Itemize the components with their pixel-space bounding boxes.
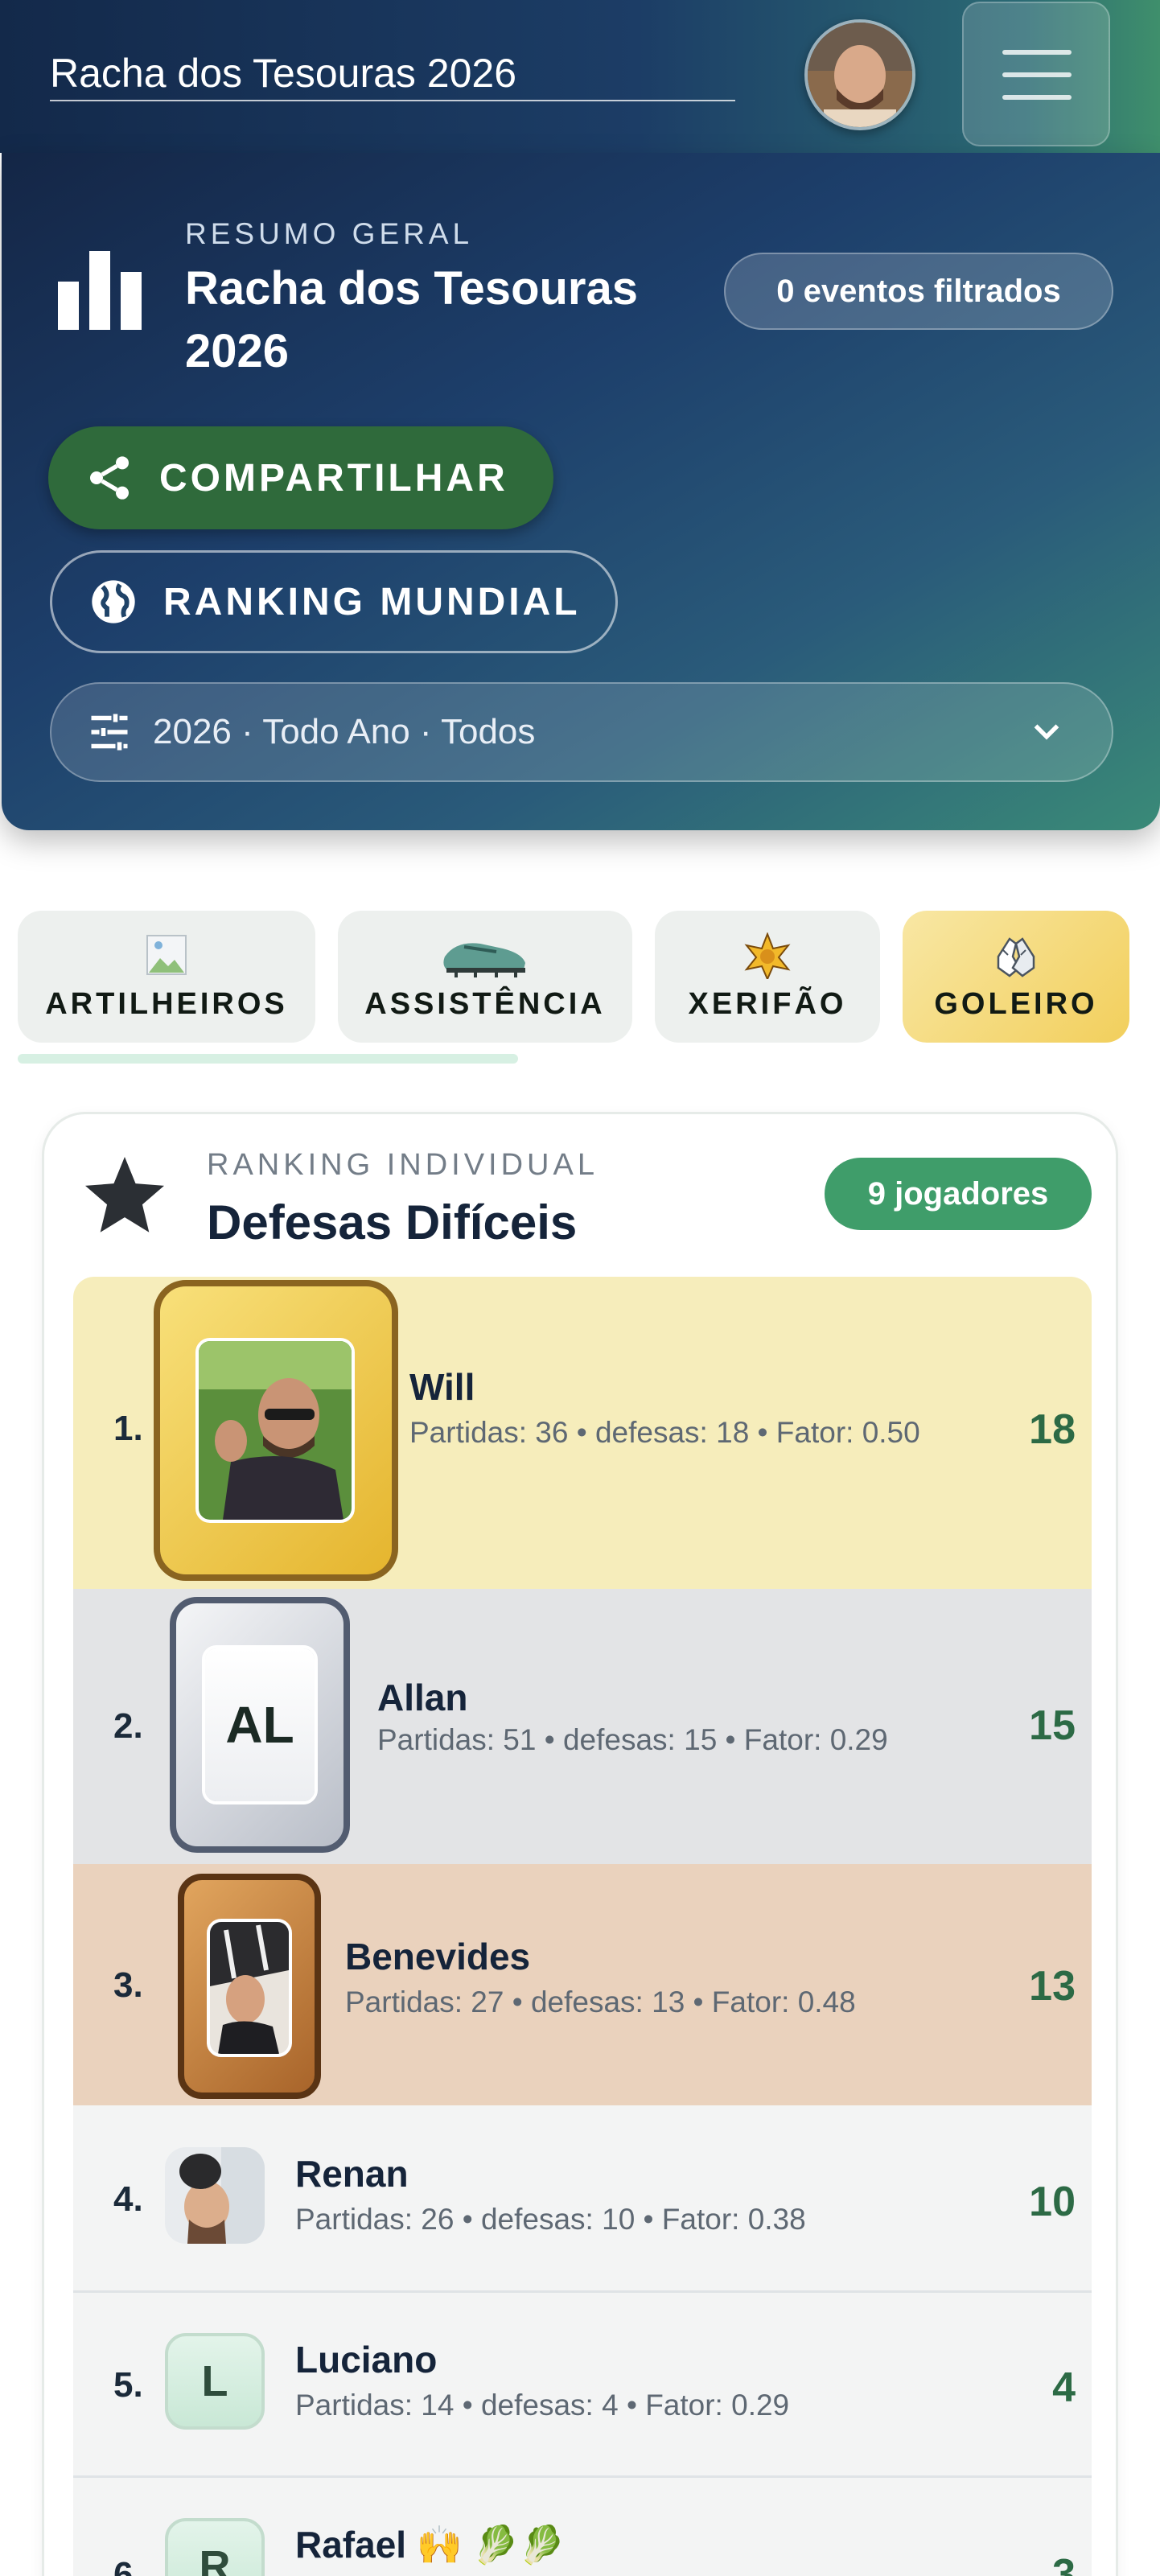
player-photo [207, 1919, 292, 2057]
share-button-label: COMPARTILHAR [159, 456, 508, 500]
filter-value: 2026 · Todo Ano · Todos [153, 712, 536, 751]
ranking-row[interactable]: 2. AL Allan Partidas: 51 • defesas: 15 •… [73, 1589, 1092, 1864]
filter-select[interactable]: 2026 · Todo Ano · Todos [50, 682, 1113, 782]
rank-position: 1. [113, 1409, 143, 1448]
broken-image-icon [146, 934, 187, 975]
tab-assistencia[interactable]: ASSISTÊNCIA [338, 911, 632, 1043]
player-score: 10 [1029, 2179, 1076, 2225]
gold-frame [154, 1280, 398, 1581]
ranking-row[interactable]: 1. Will Partidas: 36 • defesas: 18 • Fat… [73, 1277, 1092, 1589]
share-icon [90, 456, 129, 500]
rank-position: 4. [113, 2179, 143, 2219]
tab-label: ARTILHEIROS [45, 986, 288, 1021]
player-initials-avatar: AL [202, 1645, 318, 1804]
tab-label: XERIFÃO [688, 986, 847, 1021]
tab-artilheiros[interactable]: ARTILHEIROS [18, 911, 315, 1043]
bronze-frame [178, 1874, 321, 2099]
filtered-events-badge: 0 eventos filtrados [724, 253, 1113, 330]
top-bar: Racha dos Tesouras 2026 [0, 0, 1160, 153]
user-avatar[interactable] [804, 19, 915, 130]
summary-title: Racha dos Tesouras 2026 [185, 262, 639, 377]
ranking-row[interactable]: 3. Benevides Partidas: 27 • defesas: 13 … [73, 1864, 1092, 2105]
ranking-row[interactable]: 4. Renan Partidas: 26 • defesas: 10 • Fa… [73, 2105, 1092, 2290]
tab-scroll-indicator [18, 1054, 518, 1064]
summary-kicker: RESUMO GERAL [185, 217, 474, 250]
ranking-card: RANKING INDIVIDUAL Defesas Difíceis 9 jo… [42, 1112, 1118, 2576]
player-score: 4 [1052, 2364, 1076, 2411]
share-button[interactable]: COMPARTILHAR [48, 426, 553, 529]
bar-chart-icon [58, 251, 142, 330]
menu-button[interactable] [962, 2, 1110, 146]
player-name: Benevides [345, 1936, 531, 1977]
player-stats: Partidas: 14 • defesas: 4 • Fator: 0.29 [295, 2389, 790, 2422]
player-name: Renan [295, 2153, 409, 2195]
tab-label: ASSISTÊNCIA [364, 986, 606, 1021]
world-ranking-button[interactable]: RANKING MUNDIAL [50, 550, 618, 653]
player-score: 3 [1052, 2551, 1076, 2576]
sliders-icon [91, 714, 128, 751]
world-ranking-label: RANKING MUNDIAL [163, 580, 581, 623]
player-stats: Partidas: 26 • defesas: 10 • Fator: 0.38 [295, 2203, 806, 2236]
player-initials-avatar: L [165, 2333, 265, 2430]
rank-position: 6. [113, 2555, 143, 2576]
player-photo [165, 2147, 265, 2244]
app-title[interactable]: Racha dos Tesouras 2026 [50, 45, 735, 101]
player-photo [195, 1338, 355, 1523]
tab-goleiro[interactable]: GOLEIRO [903, 911, 1129, 1043]
rank-position: 3. [113, 1965, 143, 2005]
player-score: 15 [1029, 1702, 1076, 1749]
sheriff-badge-icon [744, 932, 791, 979]
ranking-title: Defesas Difíceis [207, 1195, 578, 1249]
player-initials-avatar: R [165, 2518, 265, 2576]
players-count-badge: 9 jogadores [825, 1158, 1092, 1230]
player-name: Will [409, 1366, 475, 1408]
ranking-row[interactable]: 6. R Rafael 🙌 🥬🥬 3 [73, 2475, 1092, 2576]
player-stats: Partidas: 27 • defesas: 13 • Fator: 0.48 [345, 1985, 856, 2018]
player-name: Allan [377, 1677, 468, 1718]
player-name: Luciano [295, 2339, 438, 2381]
summary-card: RESUMO GERAL Racha dos Tesouras 2026 0 e… [2, 153, 1160, 830]
player-score: 13 [1029, 1963, 1076, 2010]
player-name: Rafael 🙌 🥬🥬 [295, 2524, 566, 2566]
ranking-row[interactable]: 5. L Luciano Partidas: 14 • defesas: 4 •… [73, 2290, 1092, 2475]
player-stats: Partidas: 36 • defesas: 18 • Fator: 0.50 [409, 1416, 920, 1449]
ranking-kicker: RANKING INDIVIDUAL [207, 1148, 599, 1182]
soccer-cleat-icon [443, 942, 525, 977]
goalkeeper-gloves-icon [997, 936, 1035, 977]
chevron-down-icon [1034, 724, 1059, 740]
silver-frame: AL [170, 1597, 350, 1853]
player-stats: Partidas: 51 • defesas: 15 • Fator: 0.29 [377, 1723, 888, 1756]
tab-xerifao[interactable]: XERIFÃO [655, 911, 880, 1043]
tab-label: GOLEIRO [934, 986, 1098, 1021]
player-score: 18 [1029, 1406, 1076, 1453]
star-icon [85, 1157, 164, 1232]
rank-position: 2. [113, 1706, 143, 1746]
rank-position: 5. [113, 2365, 143, 2405]
globe-icon [92, 580, 135, 623]
